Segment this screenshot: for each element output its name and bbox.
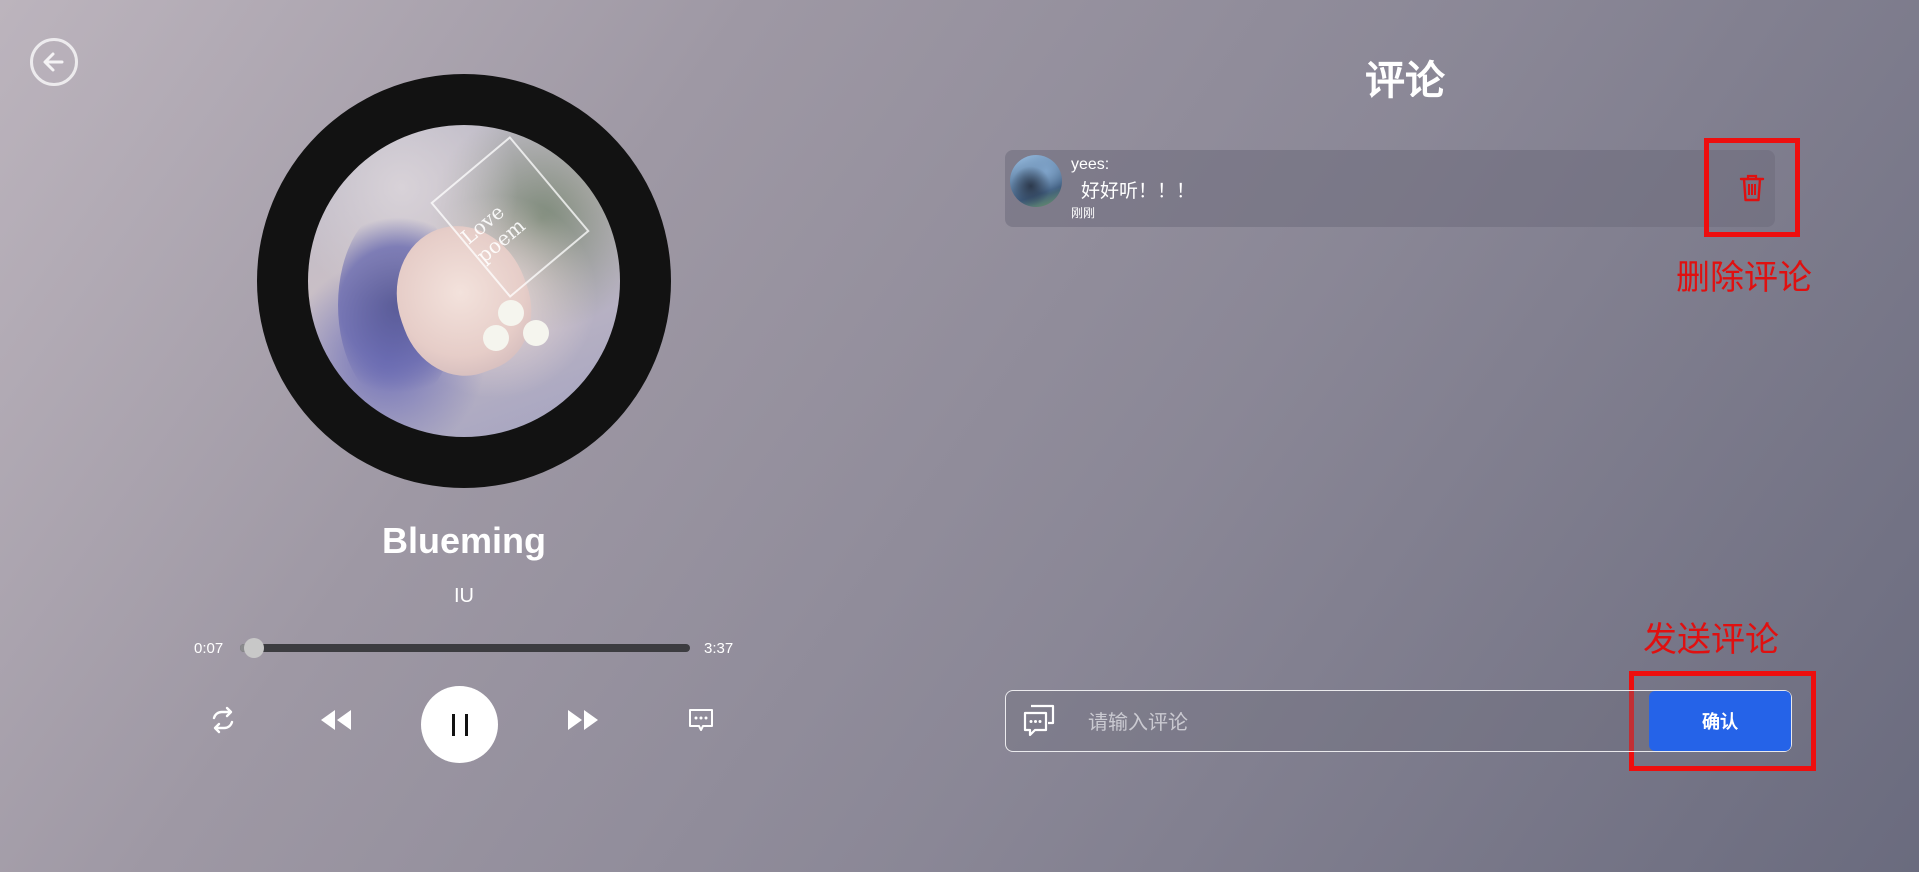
rewind-icon xyxy=(321,710,351,730)
comment-icon xyxy=(689,709,713,731)
next-button[interactable] xyxy=(565,702,601,738)
progress-thumb[interactable] xyxy=(244,638,265,658)
confirm-button[interactable]: 确认 xyxy=(1649,691,1791,751)
comment-input[interactable] xyxy=(1086,701,1630,743)
comment-text: 好好听！！！ xyxy=(1081,181,1196,202)
play-pause-button[interactable] xyxy=(421,686,498,763)
repeat-icon xyxy=(212,706,234,734)
comments-button[interactable] xyxy=(684,702,718,738)
delete-annotation-label: 删除评论 xyxy=(1676,258,1812,298)
chat-bubbles-icon xyxy=(1022,703,1056,744)
avatar xyxy=(1010,155,1062,207)
song-artist: IU xyxy=(454,585,474,607)
arrow-left-icon xyxy=(43,52,64,72)
comment-user: yees: xyxy=(1071,156,1110,173)
album-cover: Love poem xyxy=(308,125,620,437)
vinyl-record: Love poem xyxy=(257,74,671,488)
comments-title: 评论 xyxy=(1365,59,1445,103)
delete-annotation-box xyxy=(1704,138,1800,237)
duration-time: 3:37 xyxy=(704,640,734,657)
song-title: Blueming xyxy=(381,520,546,561)
repeat-button[interactable] xyxy=(206,702,240,738)
send-annotation-label: 发送评论 xyxy=(1643,620,1779,660)
previous-button[interactable] xyxy=(318,702,354,738)
comment-item: yees: 好好听！！！ 刚刚 xyxy=(1005,150,1775,227)
pause-icon xyxy=(451,713,468,736)
progress-bar[interactable] xyxy=(240,638,690,658)
back-button[interactable] xyxy=(30,38,78,86)
comment-time: 刚刚 xyxy=(1071,206,1096,220)
fast-forward-icon xyxy=(568,710,598,730)
current-time: 0:07 xyxy=(194,640,224,657)
